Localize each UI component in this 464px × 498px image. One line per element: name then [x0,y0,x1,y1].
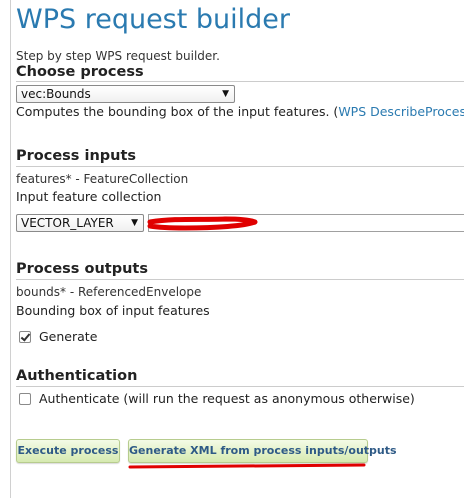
execute-process-button[interactable]: Execute process [16,439,120,463]
output-description: Bounding box of input features [16,303,210,318]
underline-annotation [128,463,366,469]
process-description-text: Computes the bounding box of the input f… [16,104,339,119]
authentication-divider [16,386,464,387]
intro-text: Step by step WPS request builder. [16,49,220,63]
dropdown-arrow-icon: ▼ [131,218,138,228]
generate-checkbox-row[interactable]: Generate [19,329,97,344]
generate-label: Generate [39,329,98,344]
authentication-heading: Authentication [16,368,138,384]
input-description: Input feature collection [16,189,162,204]
generate-xml-button[interactable]: Generate XML from process inputs/outputs [128,439,397,463]
process-select-value: vec:Bounds [21,87,91,101]
input-source-value: VECTOR_LAYER [21,216,114,230]
input-name: features* - FeatureCollection [16,172,189,186]
wps-request-builder-page: WPS request builder Step by step WPS req… [0,0,464,498]
page-title: WPS request builder [16,4,291,35]
authenticate-checkbox[interactable] [19,392,31,405]
process-description: Computes the bounding box of the input f… [16,104,464,119]
process-outputs-heading: Process outputs [16,261,148,277]
choose-process-heading: Choose process [16,64,144,80]
process-select[interactable]: vec:Bounds ▼ [16,85,235,103]
authenticate-label: Authenticate (will run the request as an… [39,391,415,406]
process-inputs-heading: Process inputs [16,148,137,164]
dropdown-arrow-icon: ▼ [222,89,229,99]
wps-describeprocess-link[interactable]: WPS DescribeProcess [338,104,464,119]
authenticate-checkbox-row[interactable]: Authenticate (will run the request as an… [19,391,415,406]
layer-name-input[interactable] [148,214,464,232]
choose-process-divider [16,81,464,82]
input-source-select[interactable]: VECTOR_LAYER ▼ [16,214,144,232]
process-outputs-divider [16,279,464,280]
process-inputs-divider [16,166,464,167]
generate-checkbox[interactable] [19,330,31,343]
left-border [10,0,11,498]
output-name: bounds* - ReferencedEnvelope [16,285,202,299]
